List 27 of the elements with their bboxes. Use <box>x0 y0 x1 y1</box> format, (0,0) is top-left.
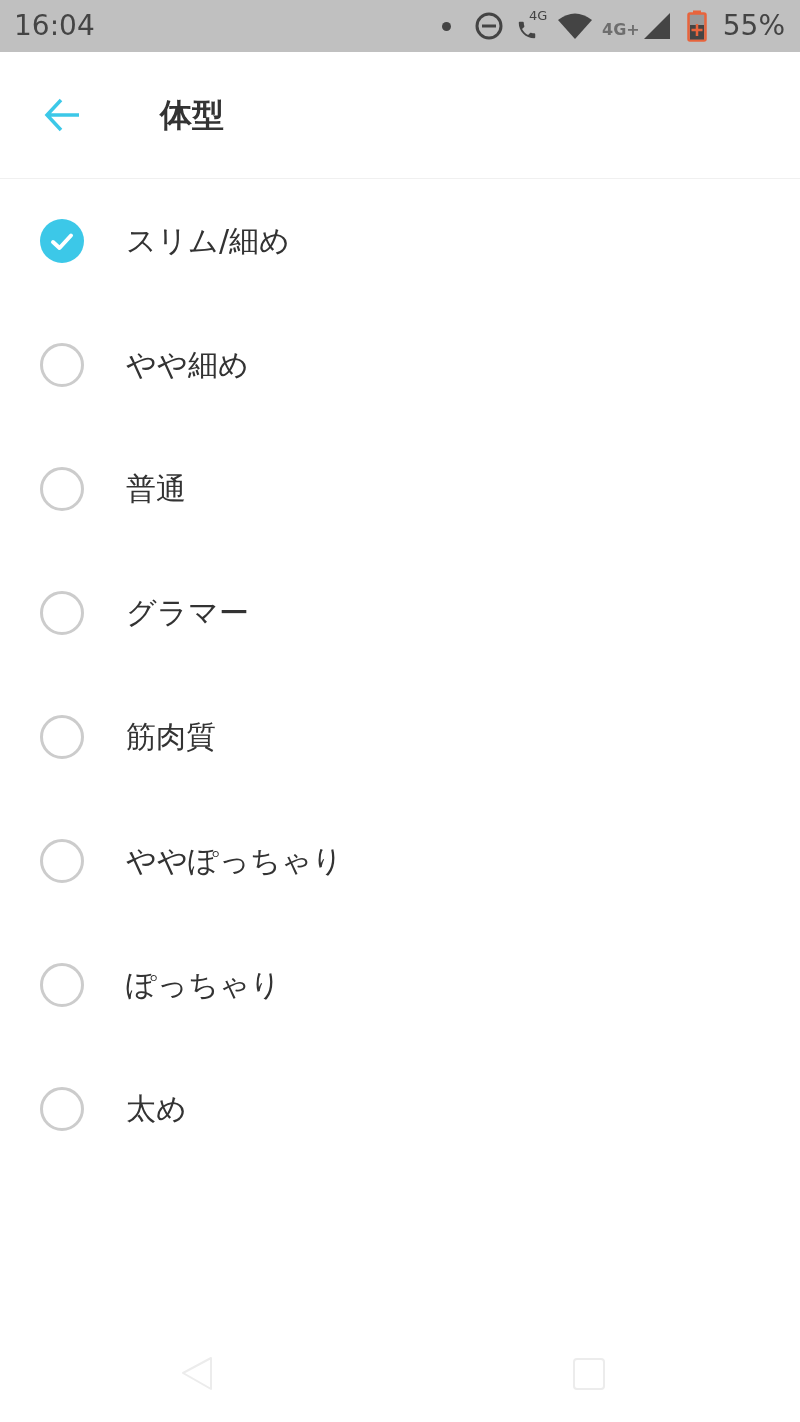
notification-dot-icon <box>442 21 452 31</box>
battery-icon <box>686 10 707 42</box>
option-label[interactable]: スリム/細め <box>126 226 291 256</box>
signal-icon <box>643 13 670 39</box>
radio-button[interactable] <box>40 467 84 511</box>
radio-button[interactable] <box>40 715 84 759</box>
option-label[interactable]: ぽっちゃり <box>126 970 281 1000</box>
option-label[interactable]: 筋肉質 <box>126 722 216 752</box>
checked-radio-icon[interactable] <box>40 219 84 263</box>
option-label[interactable]: グラマー <box>126 598 249 628</box>
battery-percent: 55% <box>722 12 785 40</box>
do-not-disturb-icon <box>475 12 504 40</box>
option-label[interactable]: やや細め <box>126 350 249 380</box>
radio-button[interactable] <box>40 839 84 883</box>
network-type-label: 4G+ <box>602 22 640 38</box>
call-network-label: 4G <box>529 9 548 22</box>
wifi-icon <box>558 13 593 39</box>
option-label[interactable]: ややぽっちゃり <box>126 846 343 876</box>
back-arrow-icon[interactable] <box>44 97 80 133</box>
page-title: 体型 <box>160 99 224 131</box>
radio-button[interactable] <box>40 591 84 635</box>
status-time: 16:04 <box>14 12 95 40</box>
radio-button[interactable] <box>40 963 84 1007</box>
radio-button[interactable] <box>40 1087 84 1131</box>
option-label[interactable]: 太め <box>126 1094 187 1124</box>
option-label[interactable]: 普通 <box>126 474 186 504</box>
radio-button[interactable] <box>40 343 84 387</box>
